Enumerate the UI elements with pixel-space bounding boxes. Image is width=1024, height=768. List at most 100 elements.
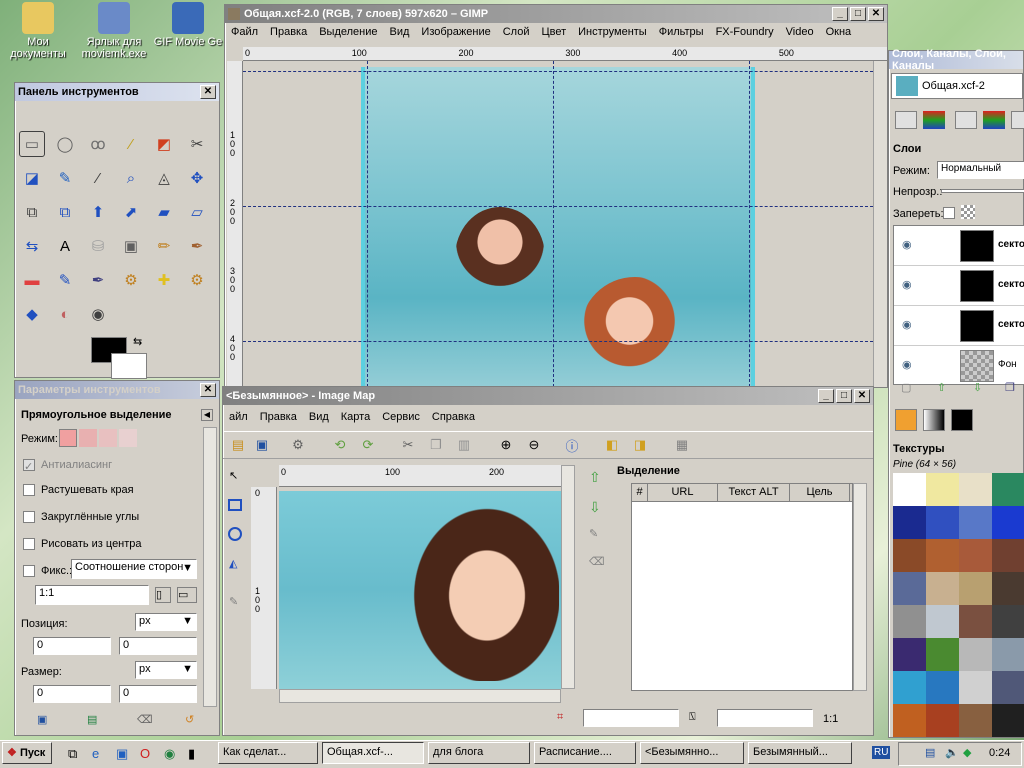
texture-swatch[interactable] — [893, 704, 926, 737]
delete-area-icon[interactable]: ⌫ — [589, 555, 605, 568]
imagemap-vscroll[interactable] — [561, 465, 575, 689]
taskbar-item[interactable]: Как сделат... — [218, 742, 318, 764]
copy-icon[interactable]: ❐ — [425, 434, 447, 456]
texture-swatch[interactable] — [926, 704, 959, 737]
ratio-input[interactable]: 1:1 — [35, 585, 149, 605]
texture-swatch[interactable] — [959, 605, 992, 638]
info-icon[interactable]: ⓘ — [561, 434, 583, 456]
shear-icon[interactable]: ▰ — [151, 199, 177, 225]
edit-area-icon[interactable]: ✎ — [589, 527, 598, 540]
delete-options-icon[interactable]: ⌫ — [137, 713, 153, 726]
heal-icon[interactable]: ✚ — [151, 267, 177, 293]
lasso-icon[interactable]: ꝏ — [85, 131, 111, 157]
position-y-input[interactable]: 0 — [119, 637, 197, 655]
close-button[interactable]: ✕ — [200, 383, 216, 397]
move-up-icon[interactable]: ⇧ — [589, 469, 601, 486]
redo-icon[interactable]: ⟳ — [357, 434, 379, 456]
close-button[interactable]: ✕ — [854, 389, 870, 403]
grid-icon[interactable]: ▦ — [671, 434, 693, 456]
position-unit-select[interactable]: px ▼ — [135, 613, 197, 631]
dodge-icon[interactable]: ◉ — [85, 301, 111, 327]
edit-tool-icon[interactable]: ✎ — [229, 595, 238, 608]
paintbrush-icon[interactable]: ✒ — [184, 233, 210, 259]
volume-icon[interactable]: 🔈 — [945, 746, 959, 759]
start-button[interactable]: ❖ Пуск — [2, 742, 52, 764]
new-layer-icon[interactable]: ▢ — [901, 381, 911, 394]
text-icon[interactable]: A — [52, 233, 78, 259]
menu-item-3[interactable]: Вид — [384, 26, 416, 38]
close-button[interactable]: ✕ — [200, 85, 216, 99]
maximize-button[interactable]: □ — [836, 389, 852, 403]
undo-icon[interactable]: ⟲ — [329, 434, 351, 456]
antivirus-icon[interactable]: ◆ — [963, 746, 971, 759]
imagemap-menu-item-3[interactable]: Карта — [335, 411, 376, 423]
texture-swatch[interactable] — [992, 539, 1024, 572]
polygon-tool-icon[interactable]: ◭ — [229, 557, 237, 570]
fixed-select[interactable]: Соотношение сторон ▼ — [71, 559, 197, 579]
open-icon[interactable]: ▤ — [227, 434, 249, 456]
close-button[interactable]: ✕ — [868, 7, 884, 21]
size-h-input[interactable]: 0 — [119, 685, 197, 703]
layers-dock-titlebar[interactable]: Слои, Каналы, Слои, Каналы — [889, 48, 1023, 72]
eye-icon[interactable]: ◉ — [902, 358, 912, 371]
wand-icon[interactable]: ⁄ — [118, 131, 144, 157]
duplicate-layer-icon[interactable]: ❐ — [1005, 381, 1015, 394]
restore-options-icon[interactable]: ▤ — [87, 713, 97, 726]
portrait-button[interactable]: ▯ — [155, 587, 171, 603]
cut-icon[interactable]: ✂ — [397, 434, 419, 456]
minimize-button[interactable]: _ — [818, 389, 834, 403]
layer-row[interactable]: ◉ секто — [894, 226, 1024, 266]
menu-item-10[interactable]: Video — [780, 26, 820, 38]
imagemap-menu-item-0[interactable]: айл — [223, 411, 254, 423]
quicklaunch-globe-icon[interactable]: ◉ — [164, 746, 175, 762]
bucket-fill-icon[interactable]: ⛁ — [85, 233, 111, 259]
color-select-icon[interactable]: ◩ — [151, 131, 177, 157]
lock-alpha-icon[interactable] — [961, 205, 975, 219]
imagemap-menu-item-1[interactable]: Правка — [254, 411, 303, 423]
desktop-icon-moviemk[interactable]: Ярлык для moviemk.exe — [76, 2, 152, 60]
zoom-in-icon[interactable]: ⊕ — [495, 434, 517, 456]
quicklaunch-gimp-icon[interactable]: ▮ — [188, 746, 195, 762]
texture-swatch[interactable] — [959, 671, 992, 704]
imagemap-menu-item-2[interactable]: Вид — [303, 411, 335, 423]
mode-intersect-button[interactable] — [119, 429, 137, 447]
paste-icon[interactable]: ▥ — [453, 434, 475, 456]
arrange-icon[interactable]: ◧ — [601, 434, 623, 456]
circle-tool-icon[interactable] — [228, 527, 242, 541]
eye-icon[interactable]: ◉ — [902, 318, 912, 331]
smudge-icon[interactable]: ◐ — [52, 301, 78, 327]
save-icon[interactable]: ▣ — [251, 434, 273, 456]
column-header[interactable]: Текст ALT — [718, 484, 790, 501]
pattern-swatch[interactable] — [895, 409, 917, 431]
gradient-swatch[interactable] — [923, 409, 945, 431]
imagemap-menu-item-4[interactable]: Сервис — [376, 411, 426, 423]
texture-swatch[interactable] — [926, 506, 959, 539]
texture-swatch[interactable] — [992, 671, 1024, 704]
landscape-button[interactable]: ▭ — [177, 587, 197, 603]
rotate-icon[interactable]: ⬆ — [85, 199, 111, 225]
texture-swatch[interactable] — [992, 572, 1024, 605]
size-unit-select[interactable]: px ▼ — [135, 661, 197, 679]
ellipse-select-icon[interactable]: ◯ — [52, 131, 78, 157]
menu-item-9[interactable]: FX-Foundry — [710, 26, 780, 38]
raise-layer-icon[interactable]: ⇧ — [937, 381, 946, 394]
tab-more[interactable] — [1011, 111, 1024, 129]
layer-mode-select[interactable]: Нормальный — [937, 161, 1024, 179]
texture-swatch[interactable] — [959, 572, 992, 605]
zoom-out-icon[interactable]: ⊖ — [523, 434, 545, 456]
position-x-input[interactable]: 0 — [33, 637, 111, 655]
tool-options-titlebar[interactable]: Параметры инструментов ✕ — [15, 381, 219, 399]
size-w-input[interactable]: 0 — [33, 685, 111, 703]
texture-swatch[interactable] — [926, 473, 959, 506]
scissors-icon[interactable]: ✂ — [184, 131, 210, 157]
menu-item-4[interactable]: Изображение — [415, 26, 496, 38]
toolbox-titlebar[interactable]: Панель инструментов ✕ — [15, 83, 219, 101]
minimize-button[interactable]: _ — [832, 7, 848, 21]
mode-add-button[interactable] — [79, 429, 97, 447]
blur-icon[interactable]: ◆ — [19, 301, 45, 327]
column-header[interactable]: Цель — [790, 484, 850, 501]
menu-item-0[interactable]: Файл — [225, 26, 264, 38]
tab-paths[interactable] — [955, 111, 977, 129]
network-icon[interactable]: ▤ — [925, 746, 935, 759]
ink-icon[interactable]: ✒ — [85, 267, 111, 293]
